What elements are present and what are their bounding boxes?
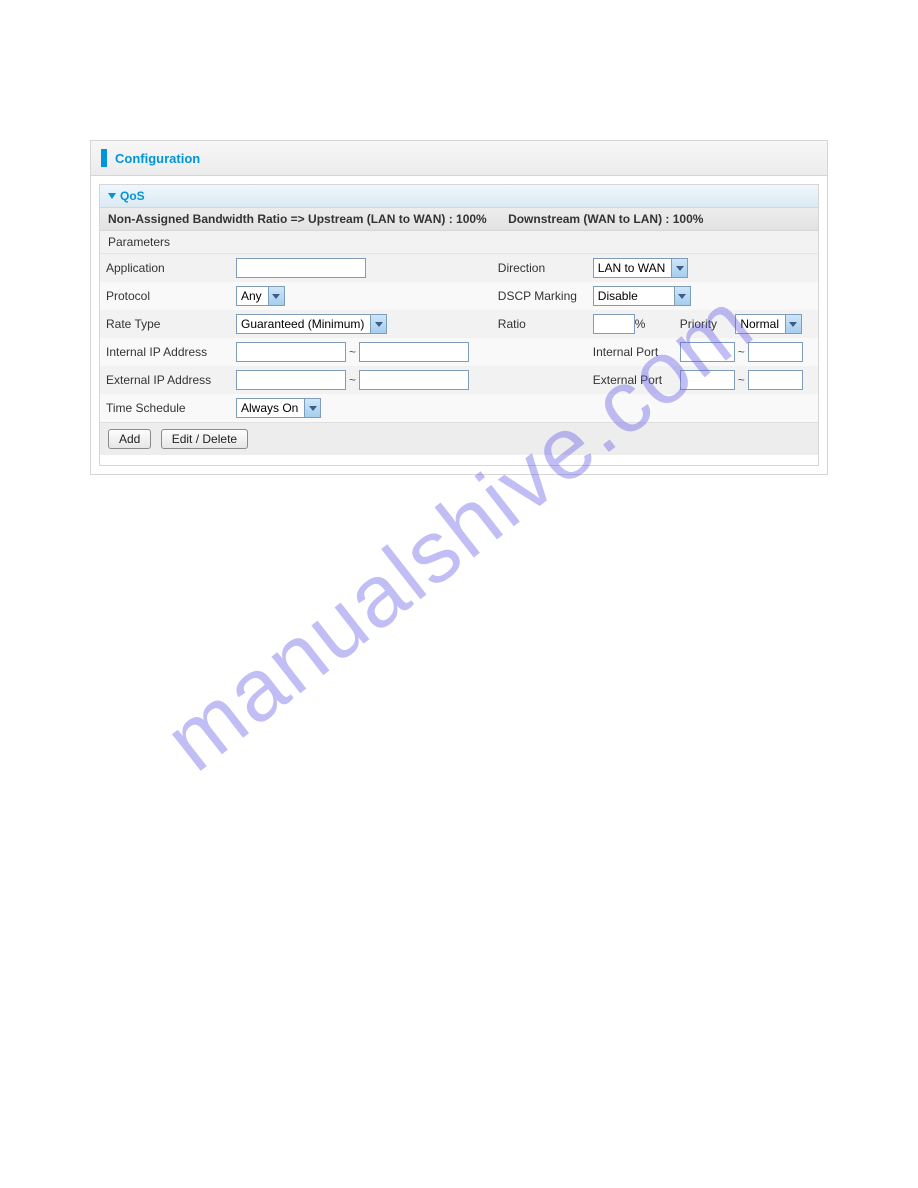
dscp-select[interactable]: Disable <box>593 286 691 306</box>
footer-space <box>100 455 818 465</box>
section-header[interactable]: QoS <box>100 185 818 208</box>
add-button[interactable]: Add <box>108 429 151 449</box>
chevron-down-icon <box>268 287 284 305</box>
info-downstream: Downstream (WAN to LAN) : 100% <box>508 212 703 226</box>
label-protocol: Protocol <box>100 282 230 310</box>
chevron-down-icon <box>370 315 386 333</box>
label-external-ip: External IP Address <box>100 366 230 394</box>
protocol-select[interactable]: Any <box>236 286 285 306</box>
header-accent <box>101 149 107 167</box>
collapse-icon <box>108 193 116 199</box>
chevron-down-icon <box>304 399 320 417</box>
info-prefix: Non-Assigned Bandwidth Ratio => <box>108 212 305 226</box>
priority-select[interactable]: Normal <box>735 314 802 334</box>
time-schedule-select[interactable]: Always On <box>236 398 321 418</box>
label-application: Application <box>100 254 230 282</box>
label-priority: Priority <box>674 310 730 338</box>
internal-port-to[interactable] <box>748 342 803 362</box>
external-port-to[interactable] <box>748 370 803 390</box>
label-time-schedule: Time Schedule <box>100 394 230 422</box>
external-port-from[interactable] <box>680 370 735 390</box>
label-internal-ip: Internal IP Address <box>100 338 230 366</box>
label-dscp: DSCP Marking <box>492 282 587 310</box>
label-internal-port: Internal Port <box>587 338 674 366</box>
bandwidth-info: Non-Assigned Bandwidth Ratio => Upstream… <box>100 208 818 231</box>
external-ip-from[interactable] <box>236 370 346 390</box>
label-ratio: Ratio <box>492 310 587 338</box>
label-rate-type: Rate Type <box>100 310 230 338</box>
panel-title: Configuration <box>115 151 200 166</box>
label-direction: Direction <box>492 254 587 282</box>
parameters-form: Application Direction LAN to WAN <box>100 254 818 422</box>
percent-label: % <box>635 317 646 331</box>
button-row: Add Edit / Delete <box>100 422 818 455</box>
ratio-input[interactable] <box>593 314 635 334</box>
internal-port-from[interactable] <box>680 342 735 362</box>
internal-ip-to[interactable] <box>359 342 469 362</box>
parameters-label: Parameters <box>100 231 818 254</box>
config-panel: Configuration QoS Non-Assigned Bandwidth… <box>90 140 828 475</box>
info-upstream: Upstream (LAN to WAN) : 100% <box>308 212 487 226</box>
internal-ip-from[interactable] <box>236 342 346 362</box>
qos-panel: QoS Non-Assigned Bandwidth Ratio => Upst… <box>99 184 819 466</box>
chevron-down-icon <box>785 315 801 333</box>
application-input[interactable] <box>236 258 366 278</box>
chevron-down-icon <box>671 259 687 277</box>
direction-select[interactable]: LAN to WAN <box>593 258 689 278</box>
label-external-port: External Port <box>587 366 674 394</box>
external-ip-to[interactable] <box>359 370 469 390</box>
edit-delete-button[interactable]: Edit / Delete <box>161 429 248 449</box>
section-title: QoS <box>120 189 145 203</box>
panel-header: Configuration <box>91 141 827 176</box>
rate-type-select[interactable]: Guaranteed (Minimum) <box>236 314 387 334</box>
chevron-down-icon <box>674 287 690 305</box>
